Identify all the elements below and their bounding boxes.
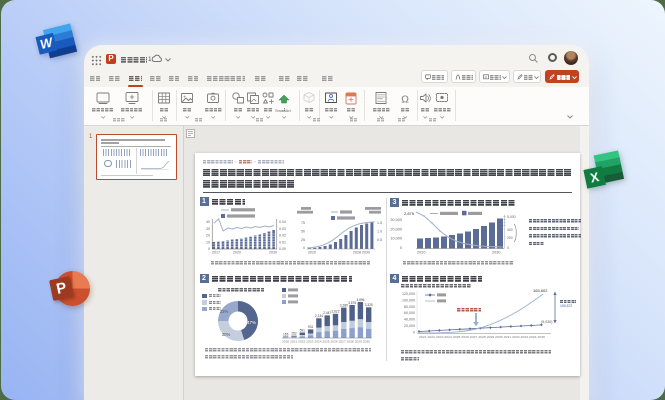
svg-text:2020 2021 2022 2023 2024 2025: 2020 2021 2022 2023 2024 2025 2026 2027 … [282, 340, 371, 344]
svg-text:10,000: 10,000 [390, 237, 402, 241]
svg-text:10: 10 [206, 240, 210, 244]
svg-text:5,000: 5,000 [507, 215, 516, 219]
svg-text:0.04: 0.04 [279, 220, 286, 224]
svg-text:1.0: 1.0 [377, 229, 382, 233]
svg-text:0.00: 0.00 [279, 247, 286, 251]
svg-text:0: 0 [208, 247, 210, 251]
svg-text:25: 25 [301, 238, 305, 242]
svg-text:2021 2022 2023 2024 2025 2026: 2021 2022 2023 2024 2025 2026 2027 2028 … [419, 335, 546, 339]
svg-text:3,289: 3,289 [340, 303, 348, 307]
svg-text:80,000: 80,000 [404, 305, 415, 309]
svg-text:165,602: 165,602 [533, 288, 548, 293]
svg-text:591: 591 [300, 328, 306, 332]
svg-text:30%: 30% [222, 332, 231, 337]
svg-text:40: 40 [206, 220, 210, 224]
svg-text:20,000: 20,000 [390, 227, 402, 231]
svg-text:Ω: Ω [401, 94, 409, 106]
svg-text:50: 50 [301, 229, 305, 233]
svg-text:2028 2030: 2028 2030 [353, 251, 370, 255]
svg-text:0.01: 0.01 [279, 240, 286, 244]
svg-text:0.02: 0.02 [279, 234, 286, 238]
svg-text:0: 0 [413, 330, 415, 334]
svg-text:75: 75 [301, 221, 305, 225]
svg-text:3,896: 3,896 [356, 298, 364, 302]
svg-text:(5,030): (5,030) [541, 320, 552, 324]
svg-text:0.5: 0.5 [377, 238, 382, 242]
svg-text:0: 0 [507, 246, 509, 250]
svg-text:30,000: 30,000 [390, 218, 402, 222]
svg-text:100,000: 100,000 [402, 298, 415, 302]
svg-text:40,000: 40,000 [404, 318, 415, 322]
svg-text:2,447: 2,447 [323, 311, 331, 315]
svg-text:2020: 2020 [417, 251, 425, 255]
svg-text:60,000: 60,000 [404, 311, 415, 315]
svg-text:0: 0 [400, 246, 402, 250]
svg-text:120,000: 120,000 [402, 292, 415, 296]
svg-text:2030: 2030 [492, 251, 500, 255]
svg-text:0.03: 0.03 [279, 227, 286, 231]
svg-text:2017: 2017 [212, 251, 220, 255]
svg-text:0: 0 [303, 246, 305, 250]
svg-text:2030: 2030 [269, 251, 277, 255]
svg-text:23%: 23% [220, 309, 229, 314]
svg-text:2,622: 2,622 [332, 310, 340, 314]
svg-text:2,875: 2,875 [404, 211, 415, 216]
svg-text:2020: 2020 [233, 251, 241, 255]
svg-text:20: 20 [206, 234, 210, 238]
svg-text:3,325: 3,325 [365, 303, 373, 307]
svg-text:20,000: 20,000 [404, 324, 415, 328]
svg-text:2,134: 2,134 [315, 314, 323, 318]
svg-text:3,575: 3,575 [348, 301, 356, 305]
svg-text:47%: 47% [247, 320, 256, 325]
svg-text:252: 252 [291, 332, 297, 336]
svg-text:931: 931 [308, 325, 314, 329]
svg-text:30: 30 [206, 227, 210, 231]
svg-text:165: 165 [283, 332, 289, 336]
svg-text:1.5: 1.5 [377, 221, 382, 225]
svg-text:2020: 2020 [308, 251, 316, 255]
